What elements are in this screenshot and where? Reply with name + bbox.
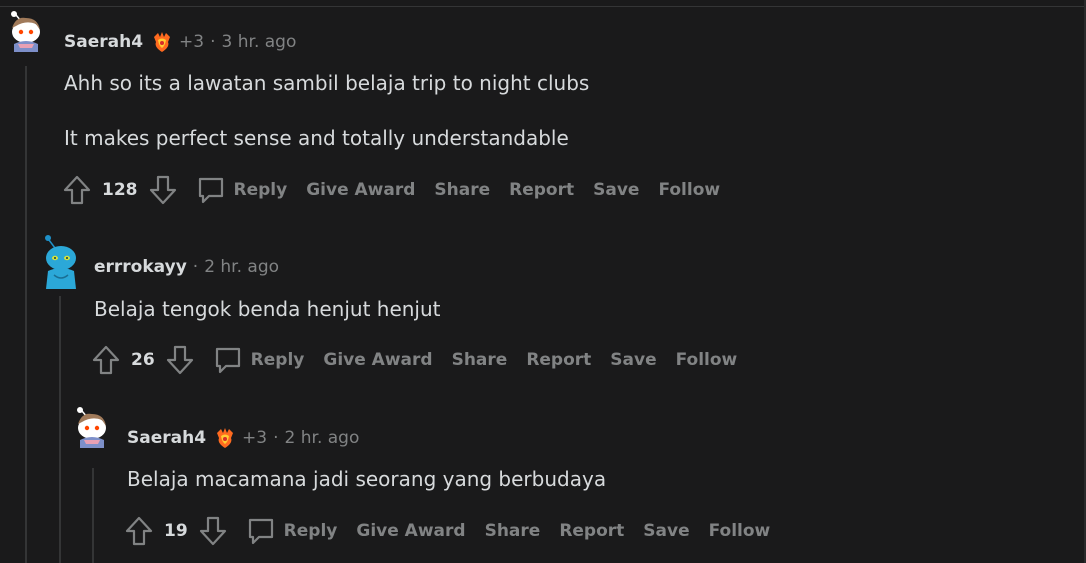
meta-separator: · (192, 257, 199, 277)
author-name[interactable]: Saerah4 (64, 32, 143, 52)
timestamp[interactable]: 2 hr. ago (204, 257, 279, 277)
downvote-icon[interactable] (165, 344, 195, 376)
comment-actions: 128 Reply Give Award Share Report Save F… (62, 174, 720, 206)
downvote-icon[interactable] (198, 515, 228, 547)
comment-actions: 19 Reply Give Award Share Report Save Fo… (124, 515, 770, 547)
flair-badge-icon[interactable] (151, 31, 173, 53)
vote-score: 26 (131, 350, 155, 370)
comment-paragraph: It makes perfect sense and totally under… (64, 126, 569, 150)
comment-paragraph: Belaja macamana jadi seorang yang berbud… (127, 467, 607, 491)
comment-meta: Saerah4 +3 · 3 hr. ago (64, 31, 296, 53)
follow-button[interactable]: Follow (709, 521, 771, 541)
save-button[interactable]: Save (610, 350, 656, 370)
share-button[interactable]: Share (452, 350, 508, 370)
downvote-icon[interactable] (148, 174, 178, 206)
give-award-button[interactable]: Give Award (306, 180, 415, 200)
upvote-icon[interactable] (91, 344, 121, 376)
reply-button[interactable]: Reply (234, 180, 288, 200)
comment-meta: Saerah4 +3 · 2 hr. ago (127, 427, 359, 449)
user-avatar[interactable] (38, 233, 84, 289)
thread-line-level-2[interactable] (59, 296, 61, 563)
reply-button[interactable]: Reply (251, 350, 305, 370)
comment-meta: errrokayy · 2 hr. ago (94, 257, 279, 277)
comment-paragraph: Ahh so its a lawatan sambil belaja trip … (64, 71, 590, 95)
report-button[interactable]: Report (509, 180, 574, 200)
timestamp[interactable]: 2 hr. ago (285, 428, 360, 448)
comment-actions: 26 Reply Give Award Share Report Save Fo… (91, 344, 737, 376)
report-button[interactable]: Report (526, 350, 591, 370)
vote-score: 19 (164, 521, 188, 541)
share-button[interactable]: Share (434, 180, 490, 200)
save-button[interactable]: Save (593, 180, 639, 200)
thread-line-level-1[interactable] (25, 66, 27, 563)
award-count[interactable]: +3 (179, 32, 204, 52)
thread-line-level-3[interactable] (92, 468, 94, 563)
author-name[interactable]: Saerah4 (127, 428, 206, 448)
upvote-icon[interactable] (62, 174, 92, 206)
award-count[interactable]: +3 (242, 428, 267, 448)
share-button[interactable]: Share (485, 521, 541, 541)
reply-bubble-icon[interactable] (213, 344, 243, 376)
meta-separator: · (210, 32, 216, 52)
comment-paragraph: Belaja tengok benda henjut henjut (94, 297, 441, 321)
reply-button[interactable]: Reply (284, 521, 338, 541)
author-name[interactable]: errrokayy (94, 257, 187, 277)
reply-bubble-icon[interactable] (246, 515, 276, 547)
user-avatar[interactable] (70, 404, 114, 448)
timestamp[interactable]: 3 hr. ago (222, 32, 297, 52)
vote-score: 128 (102, 180, 138, 200)
follow-button[interactable]: Follow (676, 350, 738, 370)
report-button[interactable]: Report (559, 521, 624, 541)
give-award-button[interactable]: Give Award (356, 521, 465, 541)
flair-badge-icon[interactable] (214, 427, 236, 449)
user-avatar[interactable] (4, 8, 48, 52)
top-divider (0, 6, 1086, 7)
meta-separator: · (273, 428, 279, 448)
give-award-button[interactable]: Give Award (323, 350, 432, 370)
upvote-icon[interactable] (124, 515, 154, 547)
follow-button[interactable]: Follow (658, 180, 720, 200)
reply-bubble-icon[interactable] (196, 174, 226, 206)
save-button[interactable]: Save (643, 521, 689, 541)
